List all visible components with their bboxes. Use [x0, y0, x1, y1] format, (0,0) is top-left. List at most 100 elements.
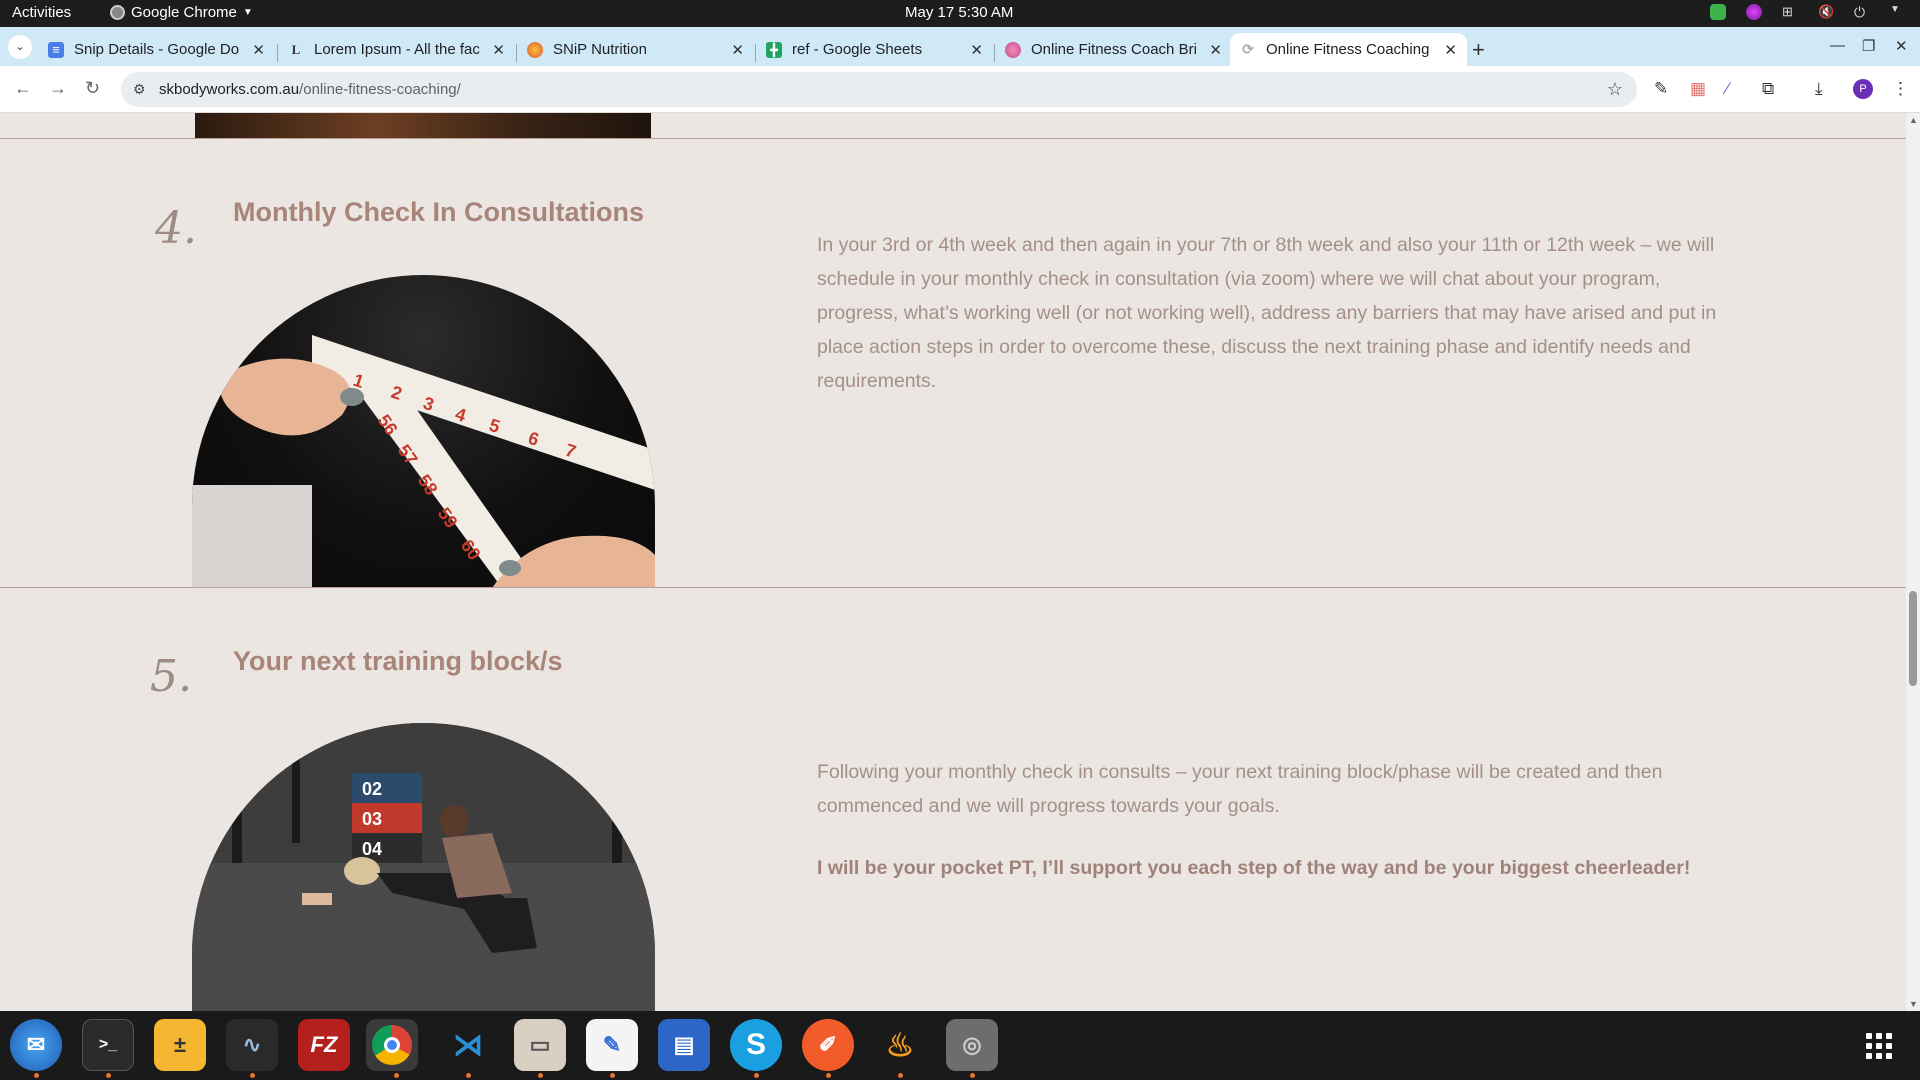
- tab-strip: ⌄ ≡ Snip Details - Google Do ✕ L Lorem I…: [0, 27, 1920, 66]
- terminal-icon[interactable]: >_: [82, 1019, 134, 1071]
- running-indicator: [250, 1073, 255, 1078]
- tab-search-button[interactable]: ⌄: [8, 35, 32, 59]
- app-menu[interactable]: Google Chrome ▼: [110, 4, 253, 21]
- postman-icon[interactable]: ✐: [802, 1019, 854, 1071]
- menu-dots-icon[interactable]: ⋮: [1892, 79, 1909, 99]
- close-icon[interactable]: ✕: [252, 41, 265, 59]
- address-bar[interactable]: ⚙ skbodyworks.com.au/online-fitness-coac…: [121, 72, 1637, 107]
- close-icon[interactable]: ✕: [1444, 41, 1457, 59]
- tab-title: Lorem Ipsum - All the fac: [314, 41, 480, 58]
- scroll-up-arrow-icon[interactable]: ▲: [1909, 115, 1918, 125]
- show-apps-grid-icon[interactable]: [1866, 1033, 1896, 1059]
- tab-title: Snip Details - Google Do: [74, 41, 240, 58]
- step-paragraph: In your 3rd or 4th week and then again i…: [817, 234, 1717, 392]
- tab-title: Online Fitness Coaching: [1266, 41, 1430, 58]
- minimize-icon[interactable]: —: [1830, 37, 1845, 54]
- writer-icon[interactable]: ▤: [658, 1019, 710, 1071]
- running-indicator: [826, 1073, 831, 1078]
- close-icon[interactable]: ✕: [492, 41, 505, 59]
- tab-online-fitness-coaching[interactable]: ⟳ Online Fitness Coaching ✕: [1230, 33, 1467, 66]
- sheets-icon: ╋: [766, 41, 782, 58]
- cheerleader-statement: I will be your pocket PT, I’ll support y…: [817, 857, 1691, 879]
- text-editor-icon[interactable]: ✎: [586, 1019, 638, 1071]
- scrollbar-thumb[interactable]: [1909, 591, 1917, 686]
- web-page: 4. Monthly Check In Consultations 123456…: [0, 113, 1906, 1011]
- restore-icon[interactable]: ❐: [1862, 37, 1875, 55]
- network-icon[interactable]: ⊞: [1782, 4, 1798, 20]
- lorem-icon: L: [291, 41, 301, 57]
- tab-snip-nutrition[interactable]: SNiP Nutrition ✕: [517, 33, 754, 66]
- fitness-icon: [1005, 41, 1021, 58]
- close-window-icon[interactable]: ✕: [1895, 37, 1908, 55]
- site-info-icon[interactable]: ⚙: [133, 81, 149, 98]
- training-photo: 02 03 04: [192, 723, 655, 1011]
- close-icon[interactable]: ✕: [1209, 41, 1222, 59]
- app-name: Google Chrome: [131, 4, 237, 21]
- step-title: Monthly Check In Consultations: [233, 197, 645, 227]
- update-icon[interactable]: [1710, 4, 1726, 20]
- pen-extension-icon[interactable]: ⁄: [1726, 79, 1729, 99]
- running-indicator: [538, 1073, 543, 1078]
- step-description: In your 3rd or 4th week and then again i…: [817, 228, 1717, 398]
- volume-icon[interactable]: 🔇: [1818, 4, 1834, 20]
- loading-icon: ⟳: [1242, 41, 1254, 57]
- close-icon[interactable]: ✕: [970, 41, 983, 59]
- gym-training-illustration: 02 03 04: [192, 723, 655, 1011]
- running-indicator: [394, 1073, 399, 1078]
- tab-snip-details[interactable]: ≡ Snip Details - Google Do ✕: [38, 33, 275, 66]
- tab-title: ref - Google Sheets: [792, 41, 923, 58]
- eyedropper-extension-icon[interactable]: ✎: [1654, 79, 1668, 99]
- running-indicator: [754, 1073, 759, 1078]
- tab-ref-sheets[interactable]: ╋ ref - Google Sheets ✕: [756, 33, 993, 66]
- extensions-puzzle-icon[interactable]: ⧉: [1762, 79, 1774, 99]
- chevron-down-icon[interactable]: ▼: [1890, 4, 1906, 20]
- blaze-icon[interactable]: ♨: [874, 1019, 926, 1071]
- download-icon[interactable]: ⤓: [1815, 79, 1823, 99]
- close-icon[interactable]: ✕: [731, 41, 744, 59]
- docs-icon: ≡: [48, 41, 64, 58]
- system-monitor-icon[interactable]: ∿: [226, 1019, 278, 1071]
- calendar-extension-icon[interactable]: ▦: [1690, 79, 1706, 99]
- disk-icon[interactable]: ◎: [946, 1019, 998, 1071]
- tab-title: SNiP Nutrition: [553, 41, 647, 58]
- thunderbird-icon[interactable]: ✉: [10, 1019, 62, 1071]
- skype-icon[interactable]: S: [730, 1019, 782, 1071]
- box-number: 03: [362, 809, 382, 829]
- tab-title: Online Fitness Coach Bri: [1031, 41, 1197, 58]
- reload-icon[interactable]: ↻: [85, 78, 100, 99]
- system-top-bar: Activities Google Chrome ▼ May 17 5:30 A…: [0, 0, 1920, 27]
- running-indicator: [610, 1073, 615, 1078]
- bookmark-star-icon[interactable]: ☆: [1607, 79, 1623, 100]
- system-tray[interactable]: ⊞ 🔇 ⏻ ▼: [1710, 4, 1906, 20]
- power-icon[interactable]: ⏻: [1854, 4, 1870, 20]
- chrome-icon[interactable]: [366, 1019, 418, 1071]
- browser-toolbar: ← → ↻ ⚙ skbodyworks.com.au/online-fitnes…: [0, 66, 1920, 113]
- caret-down-icon: ▼: [242, 7, 253, 18]
- step-number: 5.: [150, 651, 192, 702]
- activities-button[interactable]: Activities: [12, 4, 71, 21]
- filezilla-icon[interactable]: FZ: [298, 1019, 350, 1071]
- new-tab-button[interactable]: +: [1472, 37, 1485, 63]
- box-number: 02: [362, 779, 382, 799]
- box-number: 04: [362, 839, 382, 859]
- tab-lorem-ipsum[interactable]: L Lorem Ipsum - All the fac ✕: [278, 33, 515, 66]
- step-highlight: I will be your pocket PT, I’ll support y…: [817, 851, 1717, 885]
- step-number: 4.: [155, 203, 197, 254]
- profile-avatar[interactable]: P: [1853, 79, 1873, 99]
- calculator-icon[interactable]: ±: [154, 1019, 206, 1071]
- forward-icon[interactable]: →: [49, 78, 67, 99]
- step-title: Your next training block/s: [233, 646, 563, 676]
- vscode-icon[interactable]: ⋊: [442, 1019, 494, 1071]
- step-paragraph: Following your monthly check in consults…: [817, 761, 1663, 817]
- back-icon[interactable]: ←: [14, 78, 32, 99]
- chrome-small-icon: [110, 5, 125, 20]
- scroll-down-arrow-icon[interactable]: ▼: [1909, 999, 1918, 1009]
- snip-icon: [527, 41, 543, 58]
- clock[interactable]: May 17 5:30 AM: [905, 4, 1013, 21]
- files-icon[interactable]: ▭: [514, 1019, 566, 1071]
- url-text[interactable]: skbodyworks.com.au/online-fitness-coachi…: [159, 81, 461, 98]
- page-scrollbar[interactable]: ▲ ▼: [1906, 113, 1920, 1011]
- color-picker-icon[interactable]: [1746, 4, 1762, 20]
- tab-online-fitness-coach[interactable]: Online Fitness Coach Bri ✕: [995, 33, 1232, 66]
- previous-section-image: [195, 113, 651, 138]
